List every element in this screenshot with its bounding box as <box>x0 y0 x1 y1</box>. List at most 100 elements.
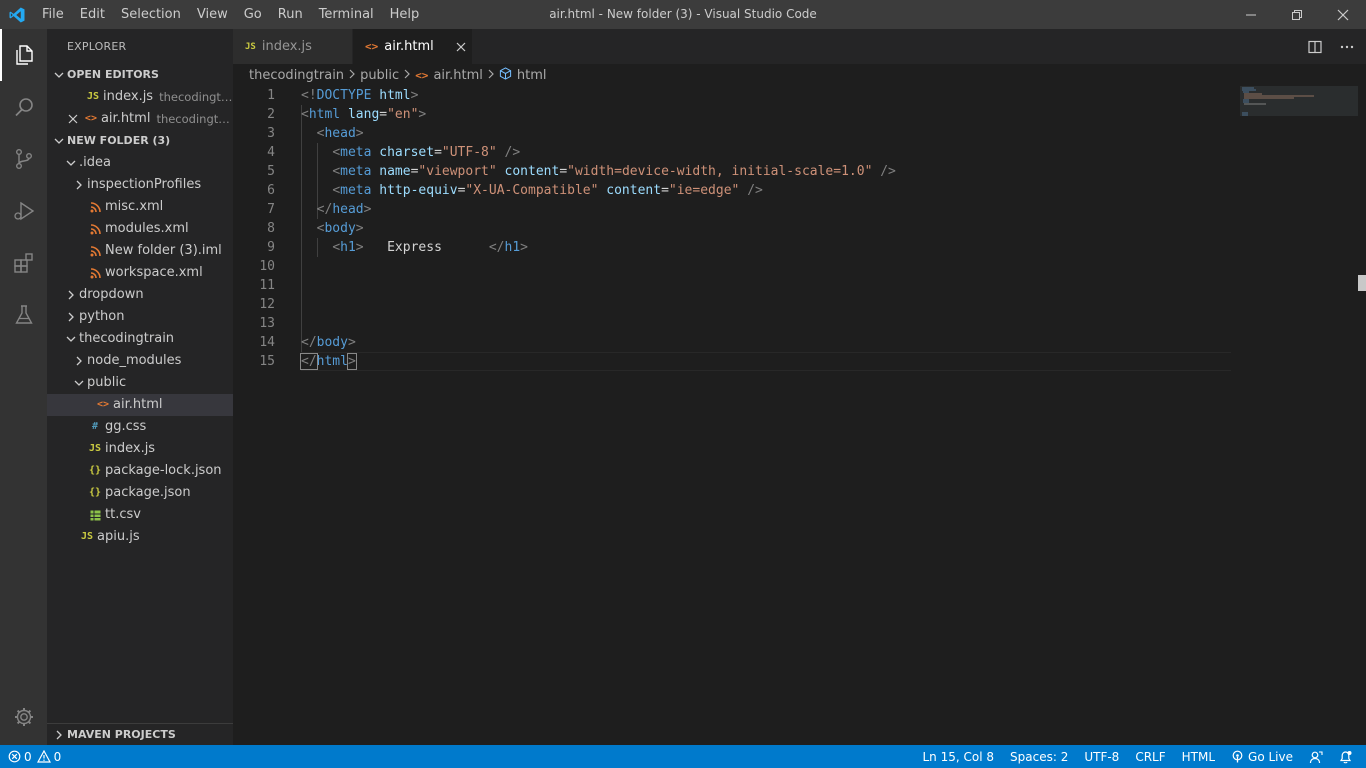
go-live-button[interactable]: Go Live <box>1223 745 1301 768</box>
close-editor-icon[interactable] <box>66 114 80 124</box>
menu-terminal[interactable]: Terminal <box>311 0 382 29</box>
code-line: 9 <h1> Express </h1> <box>233 238 1233 257</box>
code-text: </body> <box>301 333 356 352</box>
folder-header[interactable]: NEW FOLDER (3) <box>47 130 233 152</box>
breadcrumb-item[interactable]: air.html <box>433 68 482 83</box>
code-token: < <box>332 183 341 198</box>
menu-edit[interactable]: Edit <box>72 0 113 29</box>
open-editor-desc: thecodingtrai... <box>156 112 233 126</box>
tree-file[interactable]: {} package-lock.json <box>47 460 233 482</box>
code-token: > <box>355 126 364 141</box>
menu-file[interactable]: File <box>34 0 72 29</box>
breadcrumb-item[interactable]: html <box>517 68 547 83</box>
tree-item-label: package.json <box>105 485 191 500</box>
menu-go[interactable]: Go <box>236 0 270 29</box>
feedback-button[interactable] <box>1301 745 1331 768</box>
tree-item-label: inspectionProfiles <box>87 177 202 192</box>
restore-button[interactable] <box>1274 0 1320 29</box>
notifications-button[interactable] <box>1331 745 1360 768</box>
tree-file[interactable]: <> air.html <box>47 394 233 416</box>
code-text: <body> <box>301 219 364 238</box>
minimize-button[interactable] <box>1228 0 1274 29</box>
encoding-setting[interactable]: UTF-8 <box>1076 745 1127 768</box>
tree-file[interactable]: JS index.js <box>47 438 233 460</box>
tree-file[interactable]: misc.xml <box>47 196 233 218</box>
tree-folder[interactable]: node_modules <box>47 350 233 372</box>
tree-file[interactable]: tt.csv <box>47 504 233 526</box>
code-text: <meta charset="UTF-8" /> <box>301 143 520 162</box>
search-activity-button[interactable] <box>0 81 47 133</box>
code-text: </html> <box>300 352 357 371</box>
menu-help[interactable]: Help <box>382 0 428 29</box>
close-tab-button[interactable] <box>456 39 466 55</box>
code-line: 2 <html lang="en"> <box>233 105 1233 124</box>
open-editors-header[interactable]: OPEN EDITORS <box>47 64 233 86</box>
code-token: charset <box>379 145 435 160</box>
line-number: 2 <box>267 107 275 122</box>
line-number: 11 <box>259 278 275 293</box>
tree-file[interactable]: modules.xml <box>47 218 233 240</box>
code-editor[interactable]: 1 <!DOCTYPE html> 2 <html lang="en"> 3 <head… <box>233 86 1366 745</box>
tree-folder[interactable]: .idea <box>47 152 233 174</box>
cursor-position[interactable]: Ln 15, Col 8 <box>915 745 1003 768</box>
tree-item-label: apiu.js <box>97 529 140 544</box>
split-editor-button[interactable] <box>1304 36 1326 58</box>
symbol-element-icon <box>499 67 512 83</box>
code-token: "UTF-8" <box>441 145 497 160</box>
eol-setting[interactable]: CRLF <box>1127 745 1173 768</box>
tree-file[interactable]: New folder (3).iml <box>47 240 233 262</box>
source-control-activity-button[interactable] <box>0 133 47 185</box>
broadcast-icon <box>1232 750 1243 763</box>
code-line: 3 <head> <box>233 124 1233 143</box>
maven-projects-header[interactable]: MAVEN PROJECTS <box>47 723 233 745</box>
code-token: < <box>301 107 309 122</box>
javascript-file-icon: JS <box>86 91 100 102</box>
warning-count: 0 <box>53 749 62 764</box>
more-actions-button[interactable] <box>1336 36 1358 58</box>
chevron-right-icon <box>348 68 356 83</box>
indentation-setting[interactable]: Spaces: 2 <box>1002 745 1076 768</box>
extensions-activity-button[interactable] <box>0 237 47 289</box>
tab-air-html[interactable]: <> air.html <box>353 29 473 64</box>
tree-file[interactable]: workspace.xml <box>47 262 233 284</box>
code-token: = <box>434 145 442 160</box>
run-debug-activity-button[interactable] <box>0 185 47 237</box>
status-bar: 0 0 Ln 15, Col 8 Spaces: 2 UTF-8 CRLF HT… <box>0 745 1366 768</box>
tree-file[interactable]: {} package.json <box>47 482 233 504</box>
xml-file-icon <box>87 223 103 235</box>
manage-settings-button[interactable] <box>0 691 47 743</box>
close-icon <box>456 42 466 51</box>
tree-folder[interactable]: inspectionProfiles <box>47 174 233 196</box>
code-line: 4 <meta charset="UTF-8" /> <box>233 143 1233 162</box>
language-mode[interactable]: HTML <box>1174 745 1223 768</box>
menu-view[interactable]: View <box>189 0 236 29</box>
explorer-activity-button[interactable] <box>0 29 47 81</box>
minimap[interactable] <box>1240 86 1358 745</box>
close-window-button[interactable] <box>1320 0 1366 29</box>
menu-selection[interactable]: Selection <box>113 0 189 29</box>
chevron-right-icon <box>63 290 79 300</box>
tree-folder[interactable]: python <box>47 306 233 328</box>
menu-run[interactable]: Run <box>270 0 311 29</box>
open-editor-item[interactable]: JS index.js thecodingtrain <box>47 86 233 108</box>
problems-indicator[interactable]: 0 0 <box>0 745 69 768</box>
breadcrumb-item[interactable]: thecodingtrain <box>249 68 344 83</box>
tree-folder[interactable]: thecodingtrain <box>47 328 233 350</box>
tab-index-js[interactable]: JS index.js <box>233 29 353 64</box>
testing-activity-button[interactable] <box>0 289 47 341</box>
tree-file[interactable]: # gg.css <box>47 416 233 438</box>
tree-file[interactable]: JS apiu.js <box>47 526 233 548</box>
breadcrumb-item[interactable]: public <box>360 68 399 83</box>
editor-actions <box>1304 29 1358 64</box>
html-file-icon: <> <box>96 399 110 410</box>
tree-folder[interactable]: public <box>47 372 233 394</box>
tree-folder[interactable]: dropdown <box>47 284 233 306</box>
code-line: 5 <meta name="viewport" content="width=d… <box>233 162 1233 181</box>
open-editor-item[interactable]: <> air.html thecodingtrai... <box>47 108 233 130</box>
menu-bar: File Edit Selection View Go Run Terminal… <box>34 0 427 29</box>
scrollbar-thumb[interactable] <box>1358 275 1366 291</box>
